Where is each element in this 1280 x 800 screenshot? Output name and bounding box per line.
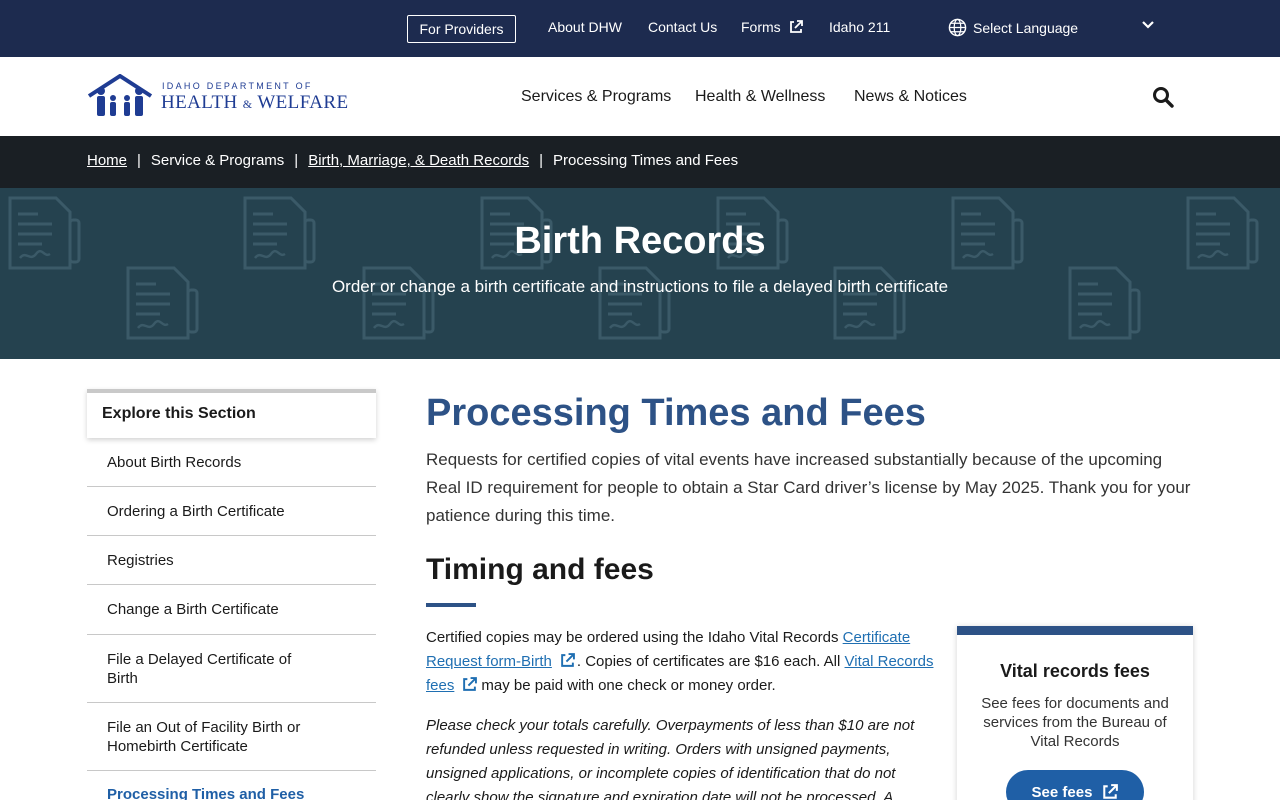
hero-title: Birth Records bbox=[514, 220, 766, 262]
intro-paragraph: Requests for certified copies of vital e… bbox=[426, 450, 1191, 525]
hero-subtitle: Order or change a birth certificate and … bbox=[331, 277, 949, 296]
fees-card-title: Vital records fees bbox=[1000, 661, 1150, 681]
family-logo-icon bbox=[87, 74, 153, 116]
external-link-icon bbox=[789, 20, 803, 33]
external-link-icon bbox=[561, 653, 575, 667]
section-underline bbox=[426, 603, 476, 607]
logo-agency-name: HEALTH & WELFARE bbox=[161, 92, 349, 113]
sidebar-item-about-birth-records[interactable]: About Birth Records bbox=[87, 438, 376, 487]
forms-link[interactable]: Forms bbox=[741, 19, 803, 35]
language-label: Select Language bbox=[973, 19, 1079, 36]
for-providers-button[interactable]: For Providers bbox=[407, 15, 516, 43]
breadcrumb-service-programs: Service & Programs bbox=[150, 152, 285, 169]
vital-records-fees-card: Vital records fees See fees for document… bbox=[957, 626, 1193, 800]
chevron-down-icon[interactable] bbox=[1141, 20, 1155, 30]
sidebar-item-registries[interactable]: Registries bbox=[87, 536, 376, 585]
fees-card-text: See fees for documents and services from… bbox=[981, 695, 1169, 750]
idaho-211-link[interactable]: Idaho 211 bbox=[829, 19, 890, 35]
breadcrumb-separator: | bbox=[137, 152, 141, 169]
logo-top-text: IDAHO DEPARTMENT OF bbox=[162, 81, 313, 91]
idhw-logo[interactable]: IDAHO DEPARTMENT OF HEALTH & WELFARE bbox=[87, 74, 353, 118]
sidebar-heading: Explore this Section bbox=[87, 389, 376, 438]
section-sidebar: Explore this Section About Birth Records… bbox=[87, 389, 376, 800]
see-fees-button[interactable]: See fees bbox=[1006, 770, 1144, 800]
forms-label: Forms bbox=[741, 19, 781, 35]
sidebar-item-delayed[interactable]: File a Delayed Certificate of Birth bbox=[87, 635, 376, 703]
globe-icon bbox=[948, 18, 967, 37]
sidebar-item-ordering[interactable]: Ordering a Birth Certificate bbox=[87, 487, 376, 536]
sidebar-item-change[interactable]: Change a Birth Certificate bbox=[87, 585, 376, 635]
utility-bar: For Providers About DHW Contact Us Forms… bbox=[0, 0, 1280, 57]
idaho-211-label: Idaho 211 bbox=[829, 19, 891, 35]
nav-news-notices[interactable]: News & Notices bbox=[854, 88, 967, 106]
page-title: Processing Times and Fees bbox=[426, 392, 926, 434]
payment-warning-paragraph: Please check your totals carefully. Over… bbox=[426, 717, 915, 800]
nav-services-programs[interactable]: Services & Programs bbox=[521, 88, 671, 106]
breadcrumb-current: Processing Times and Fees bbox=[553, 152, 739, 169]
breadcrumb-separator: | bbox=[294, 152, 299, 169]
breadcrumb-separator: | bbox=[539, 152, 544, 169]
language-select[interactable]: Select Language bbox=[948, 18, 1078, 37]
breadcrumb: Home | Service & Programs | Birth, Marri… bbox=[0, 136, 1280, 188]
about-dhw-label: About DHW bbox=[548, 19, 622, 35]
breadcrumb-birth-marriage-death[interactable]: Birth, Marriage, & Death Records bbox=[308, 152, 529, 169]
section-title: Timing and fees bbox=[426, 553, 654, 586]
contact-us-label: Contact Us bbox=[648, 19, 718, 35]
external-link-icon bbox=[1103, 784, 1119, 799]
about-dhw-link[interactable]: About DHW bbox=[548, 19, 622, 35]
document-pattern-icon bbox=[8, 196, 1259, 340]
external-link-icon bbox=[463, 677, 478, 691]
breadcrumb-home[interactable]: Home bbox=[87, 152, 127, 169]
site-header: IDAHO DEPARTMENT OF HEALTH & WELFARE Ser… bbox=[0, 57, 1280, 136]
see-fees-label: See fees bbox=[1031, 783, 1093, 800]
sidebar-item-out-of-facility[interactable]: File an Out of Facility Birth or Homebir… bbox=[87, 703, 376, 771]
fees-paragraph: Certified copies may be ordered using th… bbox=[426, 629, 934, 694]
sidebar-item-processing-times[interactable]: Processing Times and Fees bbox=[87, 771, 376, 800]
nav-health-wellness[interactable]: Health & Wellness bbox=[695, 88, 825, 106]
hero-banner: Birth Records Order or change a birth ce… bbox=[0, 188, 1280, 359]
search-icon[interactable] bbox=[1152, 86, 1174, 108]
contact-us-link[interactable]: Contact Us bbox=[648, 19, 717, 35]
